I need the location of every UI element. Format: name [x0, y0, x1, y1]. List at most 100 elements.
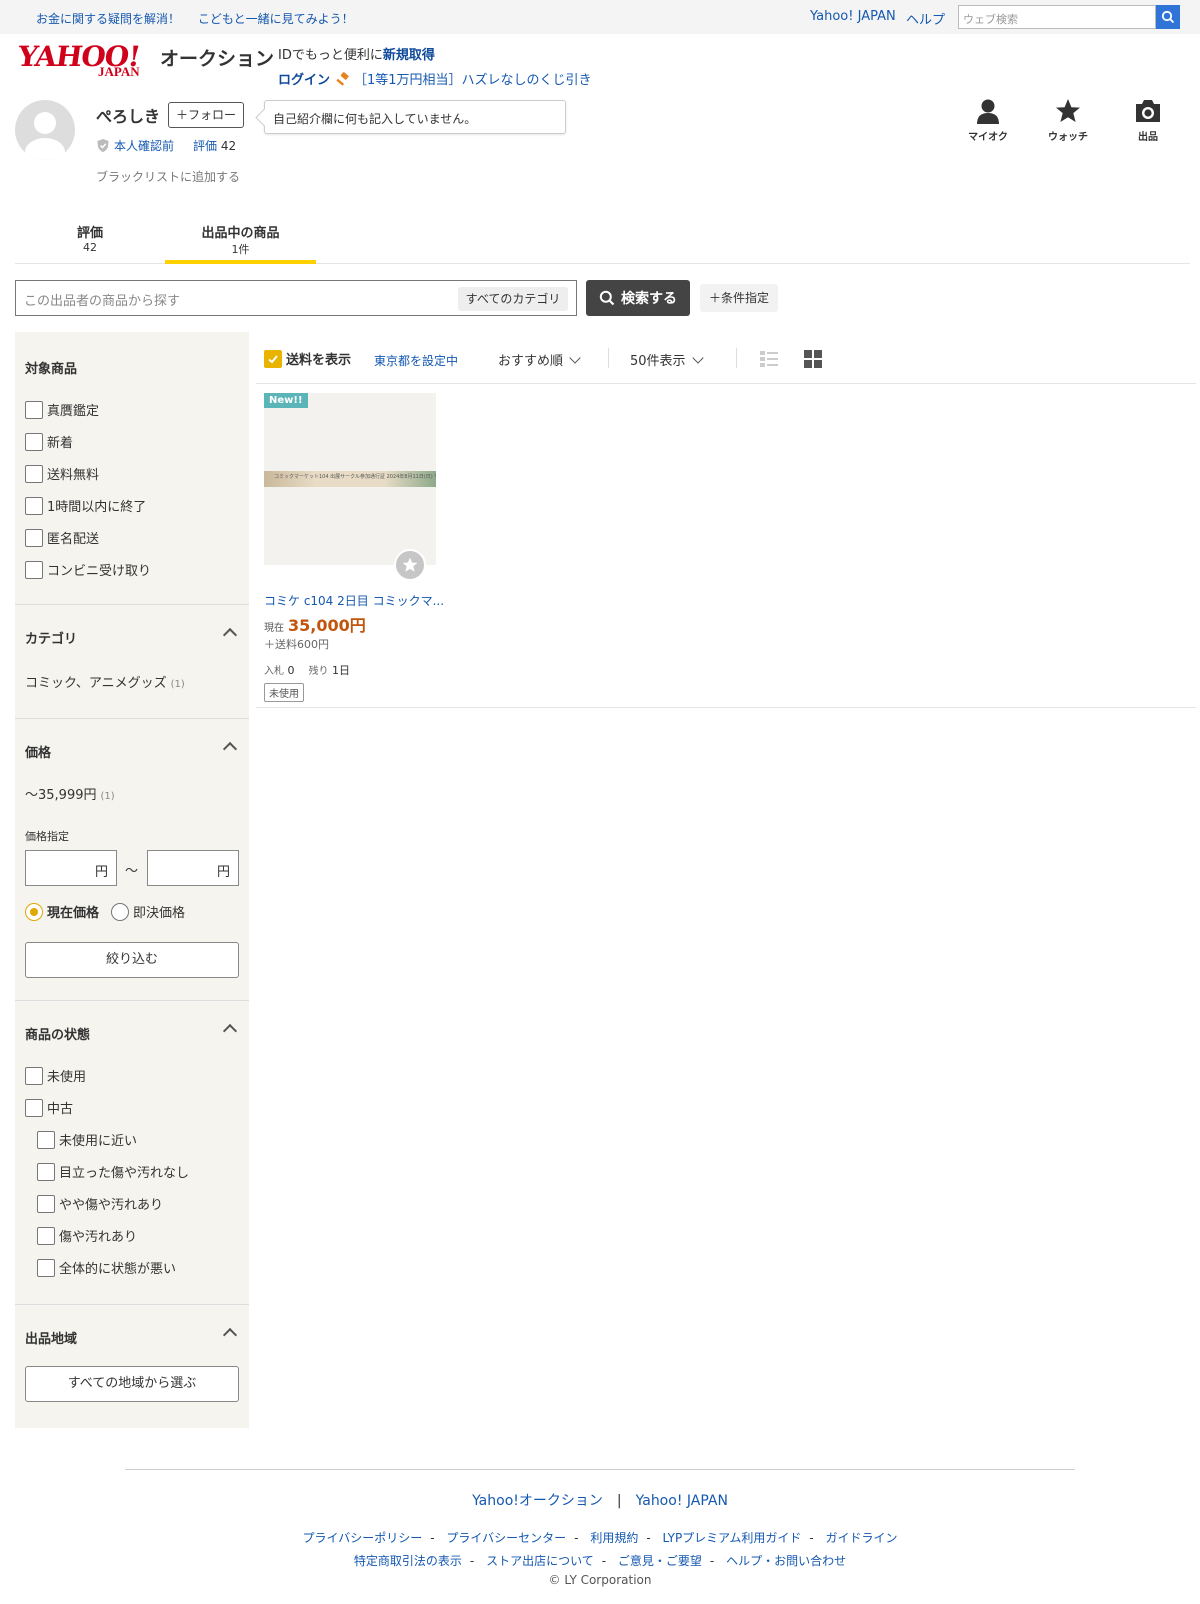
radio-current-price[interactable]: 現在価格 — [25, 902, 99, 921]
list-view-icon[interactable] — [760, 350, 778, 368]
footer-link-terms[interactable]: 利用規約 — [590, 1531, 638, 1545]
seller-rating-link[interactable]: 評価 42 — [193, 137, 236, 154]
web-search-input[interactable]: ウェブ検索 — [958, 5, 1156, 29]
identity-status[interactable]: 本人確認前 — [96, 137, 174, 154]
footer-link-store[interactable]: ストア出店について — [486, 1554, 594, 1568]
price-title: 価格 — [25, 746, 52, 761]
yahoo-auction-logo[interactable]: YAHOO! JAPAN — [16, 40, 158, 80]
category-item[interactable]: コミック、アニメグッズ (1) — [25, 672, 185, 691]
footer-link-commerce-law[interactable]: 特定商取引法の表示 — [354, 1554, 462, 1568]
product-image[interactable]: New!! コミックマーケット104 出展サークル参加通行証 2024年8月11… — [264, 393, 436, 581]
footer-link-premium-guide[interactable]: LYPプレミアム利用ガイド — [663, 1531, 802, 1545]
condition-used[interactable]: 中古 — [25, 1098, 73, 1117]
checkbox[interactable] — [25, 400, 43, 419]
show-shipping-toggle[interactable]: 送料を表示 — [264, 349, 351, 368]
search-button[interactable]: 検索する — [586, 280, 690, 316]
region-select-button[interactable]: すべての地域から選ぶ — [25, 1366, 239, 1402]
checkbox[interactable] — [25, 1066, 43, 1085]
price-min-input[interactable]: 円 — [25, 850, 117, 886]
follow-button[interactable]: ＋フォロー — [168, 102, 244, 128]
sort-select[interactable]: おすすめ順 — [498, 350, 581, 369]
product-title[interactable]: コミケ c104 2日目 コミックマ... — [264, 592, 444, 609]
promo-link-money[interactable]: お金に関する疑問を解消！ — [36, 12, 180, 26]
web-search-button[interactable] — [1156, 5, 1180, 29]
checkbox[interactable] — [25, 528, 43, 547]
checkbox[interactable] — [25, 560, 43, 579]
condition-damaged[interactable]: 傷や汚れあり — [37, 1226, 137, 1245]
register-link[interactable]: 新規取得 — [383, 48, 435, 63]
top-bar: お金に関する疑問を解消！ こどもと一緒に見てみよう！ Yahoo! JAPAN … — [0, 0, 1200, 34]
footer-main-links: Yahoo!オークション | Yahoo! JAPAN — [472, 1493, 728, 1509]
checkbox[interactable] — [25, 1098, 43, 1117]
filter-anonymous[interactable]: 匿名配送 — [25, 528, 99, 547]
service-name[interactable]: オークション — [160, 44, 274, 71]
conditions-button[interactable]: ＋条件指定 — [700, 284, 778, 312]
footer-links-row2: 特定商取引法の表示 - ストア出店について - ご意見・ご要望 - ヘルプ・お問い合わ… — [353, 1554, 847, 1568]
chevron-up-icon[interactable] — [222, 741, 238, 757]
filter-convenience[interactable]: コンビニ受け取り — [25, 560, 151, 579]
filter-new[interactable]: 新着 — [25, 432, 73, 451]
rating-value: 42 — [220, 139, 237, 153]
footer-link-help-contact[interactable]: ヘルプ・お問い合わせ — [726, 1554, 846, 1568]
filter-apply-button[interactable]: 絞り込む — [25, 942, 239, 978]
chevron-up-icon[interactable] — [222, 1023, 238, 1039]
tab-listings[interactable]: 出品中の商品 1件 — [165, 222, 316, 264]
promo-link-kids[interactable]: こどもと一緒に見てみよう！ — [198, 12, 354, 26]
chevron-up-icon[interactable] — [222, 627, 238, 643]
footer-link-privacy-center[interactable]: プライバシーセンター — [446, 1531, 566, 1545]
condition-no-damage[interactable]: 目立った傷や汚れなし — [37, 1162, 189, 1181]
checkbox[interactable] — [25, 464, 43, 483]
condition-unused[interactable]: 未使用 — [25, 1066, 86, 1085]
yahoo-japan-link[interactable]: Yahoo! JAPAN — [810, 9, 896, 24]
radio-buynow-price[interactable]: 即決価格 — [111, 902, 185, 921]
condition-label: 全体的に状態が悪い — [59, 1262, 177, 1277]
price-range-item[interactable]: 〜35,999円 (1) — [25, 784, 115, 803]
price-value: 35,000円 — [288, 616, 366, 635]
watch-toggle[interactable] — [394, 549, 426, 581]
checkbox-checked[interactable] — [264, 349, 282, 368]
blacklist-link[interactable]: ブラックリストに追加する — [96, 168, 240, 185]
condition-label: やや傷や汚れあり — [59, 1198, 164, 1213]
checkbox[interactable] — [37, 1226, 55, 1245]
price-max-input[interactable]: 円 — [147, 850, 239, 886]
lottery-link[interactable]: ［1等1万円相当］ハズレなしのくじ引き — [354, 73, 592, 88]
category-select[interactable]: すべてのカテゴリ — [458, 287, 568, 311]
login-link[interactable]: ログイン — [278, 73, 330, 88]
footer-link-feedback[interactable]: ご意見・ご要望 — [618, 1554, 702, 1568]
watch-button[interactable]: ウォッチ — [1038, 98, 1098, 143]
results-toolbar: 送料を表示 東京都を設定中 おすすめ順 50件表示 — [256, 332, 1196, 384]
location-setting-link[interactable]: 東京都を設定中 — [374, 352, 458, 369]
radio-button[interactable] — [25, 902, 43, 921]
radio-button[interactable] — [111, 902, 129, 921]
tab-rating[interactable]: 評価 42 — [15, 222, 165, 264]
sell-button[interactable]: 出品 — [1118, 98, 1178, 143]
footer-link-guidelines[interactable]: ガイドライン — [826, 1531, 898, 1545]
checkbox[interactable] — [25, 432, 43, 451]
filter-label: 1時間以内に終了 — [47, 500, 147, 515]
checkbox[interactable] — [37, 1130, 55, 1149]
footer-link-yahoo[interactable]: Yahoo! JAPAN — [636, 1493, 728, 1509]
help-link[interactable]: ヘルプ — [906, 9, 945, 28]
myauction-button[interactable]: マイオク — [958, 98, 1018, 143]
product-image-text: コミックマーケット104 出展サークル参加通行証 2024年8月11日(日) 午… — [274, 474, 436, 480]
sell-label: 出品 — [1138, 132, 1158, 143]
footer-link-auction[interactable]: Yahoo!オークション — [472, 1493, 603, 1509]
per-page-select[interactable]: 50件表示 — [630, 350, 704, 369]
condition-some-damage[interactable]: やや傷や汚れあり — [37, 1194, 163, 1213]
filter-ending-soon[interactable]: 1時間以内に終了 — [25, 496, 146, 515]
product-price: 現在 35,000円 — [264, 612, 366, 636]
filter-authenticity[interactable]: 真贋鑑定 — [25, 400, 99, 419]
checkbox[interactable] — [37, 1258, 55, 1277]
rating-label: 評価 — [193, 139, 218, 153]
condition-poor[interactable]: 全体的に状態が悪い — [37, 1258, 176, 1277]
condition-like-new[interactable]: 未使用に近い — [37, 1130, 137, 1149]
chevron-up-icon[interactable] — [222, 1327, 238, 1343]
footer-link-privacy-policy[interactable]: プライバシーポリシー — [302, 1531, 422, 1545]
checkbox[interactable] — [25, 496, 43, 515]
condition-label: 中古 — [47, 1102, 74, 1117]
filter-free-shipping[interactable]: 送料無料 — [25, 464, 99, 483]
grid-view-icon[interactable] — [804, 350, 822, 368]
checkbox[interactable] — [37, 1162, 55, 1181]
checkbox[interactable] — [37, 1194, 55, 1213]
copyright: © LY Corporation — [548, 1573, 652, 1587]
